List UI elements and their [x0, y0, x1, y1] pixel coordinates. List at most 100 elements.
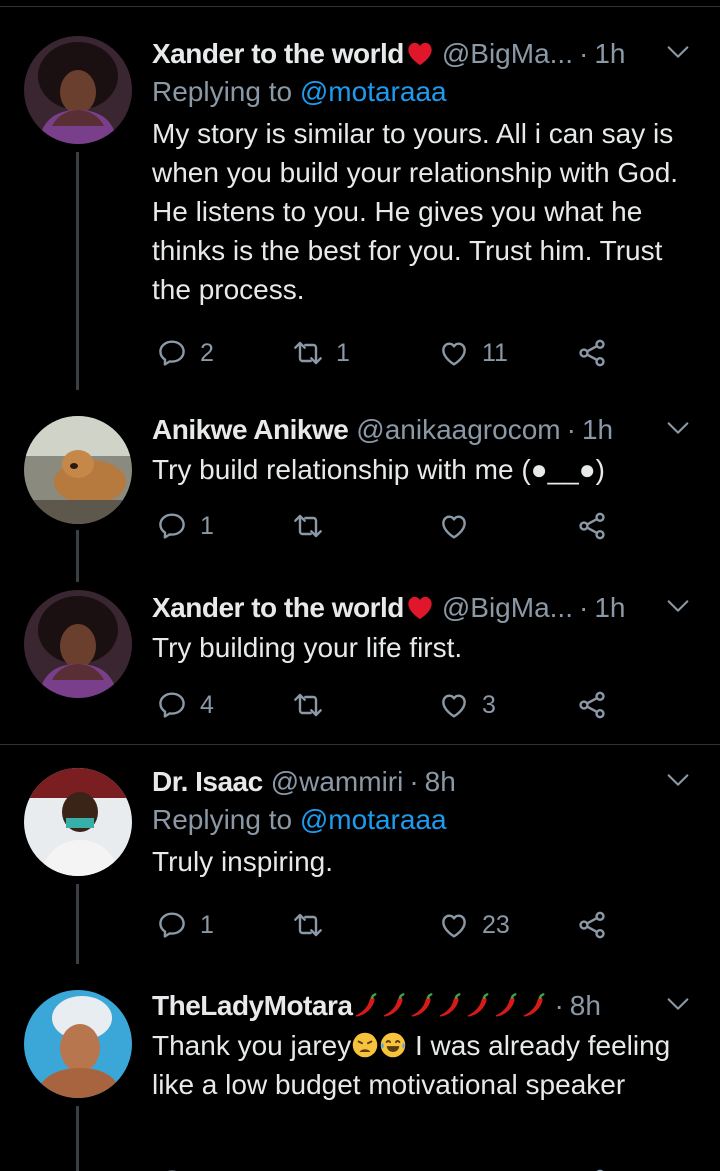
separator-dot: · — [579, 38, 589, 69]
replying-to-label: Replying to — [152, 76, 293, 107]
author-handle[interactable]: @BigMa... — [442, 592, 573, 624]
thread-connector — [76, 884, 79, 964]
author-name[interactable]: Xander to the world — [152, 38, 404, 70]
tweet-actions: 1 — [152, 506, 622, 546]
heart-icon — [438, 1167, 470, 1171]
like-count: 3 — [482, 690, 496, 719]
tweet-text-part1: Thank you jarey — [152, 1030, 352, 1061]
like-count: 11 — [482, 338, 508, 367]
like-button[interactable]: 23 — [438, 905, 510, 945]
thread-connector — [76, 152, 79, 390]
author-name[interactable]: Xander to the world — [152, 592, 404, 624]
separator-dot: · — [409, 766, 419, 797]
avatar[interactable] — [24, 416, 132, 524]
reply-button[interactable]: 2 — [156, 333, 214, 373]
retweet-icon — [292, 1167, 324, 1171]
like-button[interactable]: 3 — [438, 685, 496, 725]
avatar[interactable] — [24, 36, 132, 144]
author-handle[interactable]: @wammiri — [271, 766, 404, 798]
share-icon — [576, 689, 608, 721]
hot-pepper-emoji — [520, 992, 548, 1020]
timestamp[interactable]: 1h — [594, 592, 625, 624]
retweet-button[interactable]: 1 — [292, 333, 350, 373]
author-name[interactable]: TheLadyMotara — [152, 990, 353, 1022]
like-button[interactable]: 11 — [438, 333, 508, 373]
share-button[interactable] — [576, 685, 608, 725]
heart-icon — [438, 689, 470, 721]
like-button[interactable] — [438, 506, 482, 546]
timestamp[interactable]: 1h — [594, 38, 625, 70]
weary-face-emoji — [351, 1031, 379, 1059]
reply-mention-link[interactable]: @motaraaa — [300, 76, 447, 107]
reply-icon — [156, 1167, 188, 1171]
like-button[interactable] — [438, 1163, 470, 1171]
thread-connector — [76, 530, 79, 582]
tweet-actions: 1 23 — [152, 905, 622, 945]
reply-icon — [156, 689, 188, 721]
retweet-icon — [292, 337, 324, 369]
tweet-text: Truly inspiring. — [152, 846, 334, 877]
timestamp[interactable]: 8h — [425, 766, 456, 798]
retweet-button[interactable] — [292, 905, 336, 945]
retweet-button[interactable] — [292, 685, 336, 725]
tweet-text: My story is similar to yours. All i can … — [152, 118, 679, 305]
reply-button[interactable]: 1 — [156, 506, 214, 546]
tweet-actions: 2 1 11 — [152, 333, 622, 373]
top-divider — [0, 6, 720, 7]
chevron-down-icon[interactable] — [664, 766, 692, 794]
red-heart-emoji — [406, 594, 434, 622]
author-handle[interactable]: @BigMa... — [442, 38, 573, 70]
avatar[interactable] — [24, 590, 132, 698]
reply-button[interactable]: 4 — [156, 685, 214, 725]
share-icon — [576, 909, 608, 941]
avatar[interactable] — [24, 768, 132, 876]
thread-connector — [76, 1106, 79, 1171]
retweet-icon — [292, 909, 324, 941]
retweet-button[interactable] — [292, 506, 336, 546]
chevron-down-icon[interactable] — [664, 38, 692, 66]
share-button[interactable] — [576, 506, 608, 546]
retweet-button[interactable] — [292, 1163, 324, 1171]
hot-pepper-emoji — [464, 992, 492, 1020]
chevron-down-icon[interactable] — [664, 990, 692, 1018]
reply-count: 1 — [200, 511, 214, 540]
tweet-text: Try building your life first. — [152, 632, 463, 663]
share-icon — [576, 337, 608, 369]
reply-icon — [156, 510, 188, 542]
retweet-icon — [292, 510, 324, 542]
chevron-down-icon[interactable] — [664, 592, 692, 620]
replying-to: Replying to @motaraaa — [152, 76, 700, 112]
share-icon — [576, 510, 608, 542]
author-name[interactable]: Anikwe Anikwe — [152, 414, 349, 446]
replying-to: Replying to @motaraaa — [152, 804, 700, 840]
hot-pepper-emoji — [352, 992, 380, 1020]
hot-pepper-emoji — [436, 992, 464, 1020]
chevron-down-icon[interactable] — [664, 414, 692, 442]
share-icon — [576, 1167, 608, 1171]
red-heart-emoji — [406, 40, 434, 68]
tweet-text: Thank you jarey I was already feeling li… — [152, 1026, 700, 1104]
share-button[interactable] — [576, 1163, 608, 1171]
reply-mention-link[interactable]: @motaraaa — [300, 804, 447, 835]
heart-icon — [438, 337, 470, 369]
share-button[interactable] — [576, 333, 608, 373]
separator-dot: · — [554, 990, 564, 1021]
reply-icon — [156, 909, 188, 941]
thread-divider — [0, 744, 720, 745]
reply-button[interactable] — [156, 1163, 188, 1171]
reply-count: 4 — [200, 690, 214, 719]
reply-icon — [156, 337, 188, 369]
reply-button[interactable]: 1 — [156, 905, 214, 945]
author-handle[interactable]: @anikaagrocom — [356, 414, 560, 446]
avatar[interactable] — [24, 990, 132, 1098]
timestamp[interactable]: 1h — [582, 414, 613, 446]
share-button[interactable] — [576, 905, 608, 945]
tweet-actions — [152, 1163, 622, 1171]
retweet-icon — [292, 689, 324, 721]
retweet-count: 1 — [336, 338, 350, 367]
author-name[interactable]: Dr. Isaac — [152, 766, 263, 798]
hot-pepper-emoji — [408, 992, 436, 1020]
timestamp[interactable]: 8h — [570, 990, 601, 1022]
heart-icon — [438, 909, 470, 941]
separator-dot: · — [579, 592, 589, 623]
